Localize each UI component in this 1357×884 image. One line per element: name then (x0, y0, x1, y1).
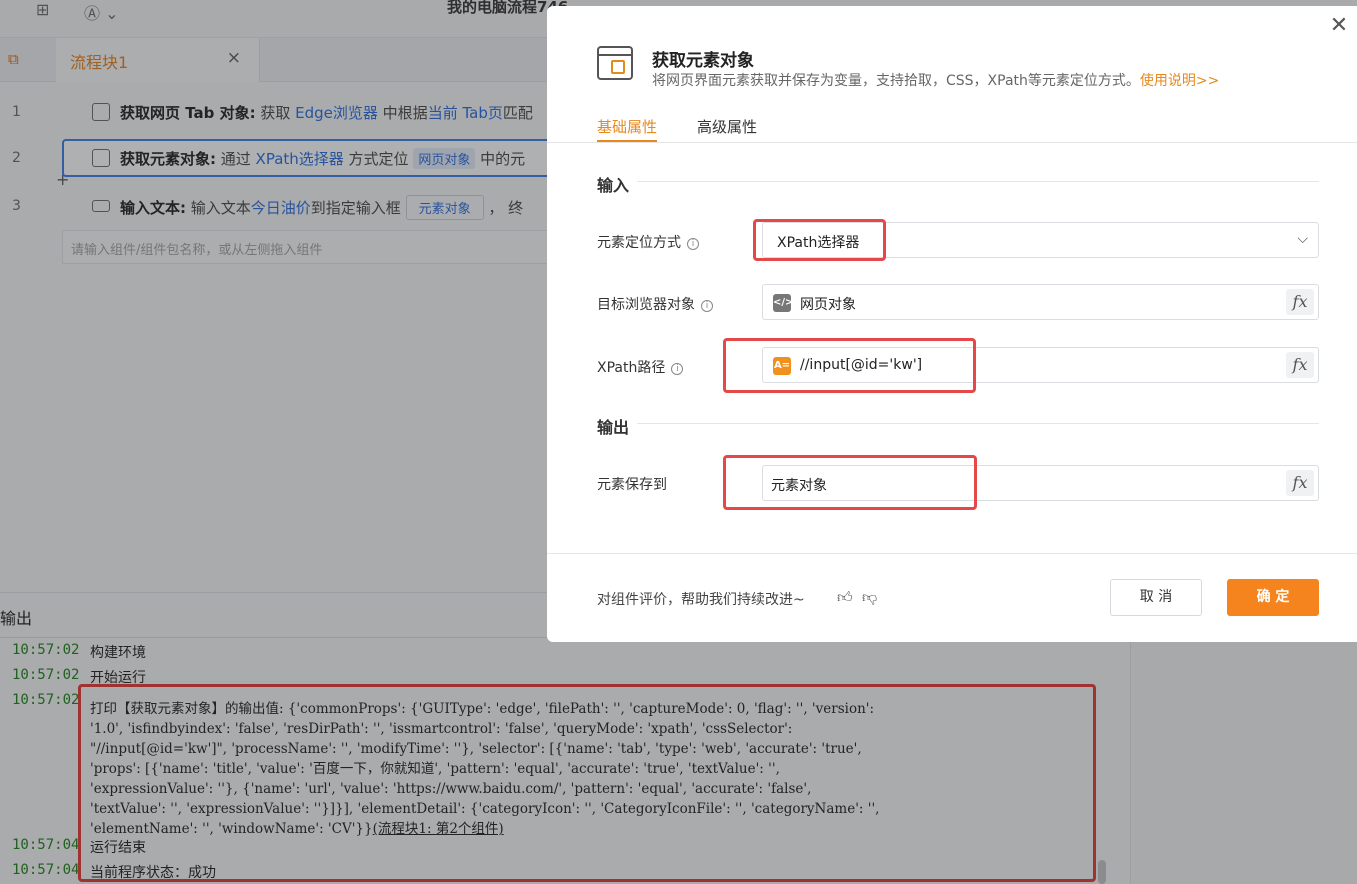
tab-basic[interactable]: 基础属性 (597, 116, 657, 137)
save-to-field[interactable]: 元素对象 fx (762, 465, 1319, 501)
locate-method-select[interactable]: XPath选择器 ⌵ (762, 222, 1319, 258)
close-icon[interactable]: ✕ (1327, 14, 1351, 38)
dialog-title: 获取元素对象 (652, 51, 754, 71)
browser-object-field[interactable]: </> 网页对象 fx (762, 284, 1319, 320)
fx-button[interactable]: fx (1286, 352, 1314, 378)
fx-button[interactable]: fx (1286, 470, 1314, 496)
info-icon[interactable]: i (671, 363, 684, 375)
dialog-description: 将网页界面元素获取并保存为变量，支持拾取，CSS，XPath等元素定位方式。使用… (652, 73, 1220, 89)
input-section-title: 输入 (597, 176, 630, 195)
tab-advanced[interactable]: 高级属性 (697, 116, 757, 137)
thumbs-down-icon[interactable]: 👎︎ (862, 588, 880, 606)
fx-button[interactable]: fx (1286, 289, 1314, 315)
text-variable-icon: A= (773, 357, 791, 375)
element-object-icon (597, 46, 633, 80)
xpath-input[interactable]: A= //input[@id='kw'] fx (762, 347, 1319, 383)
output-section-title: 输出 (597, 418, 630, 437)
confirm-button[interactable]: 确 定 (1227, 579, 1319, 616)
web-object-icon: </> (773, 294, 793, 312)
help-link[interactable]: 使用说明>> (1140, 73, 1219, 89)
cancel-button[interactable]: 取 消 (1110, 579, 1202, 616)
xpath-label: XPath路径 i (597, 357, 684, 377)
browser-label: 目标浏览器对象 i (597, 294, 713, 314)
save-label: 元素保存到 (597, 477, 667, 493)
locate-label: 元素定位方式 i (597, 232, 699, 252)
chevron-down-icon: ⌵ (1297, 231, 1308, 247)
get-element-dialog: ✕ 获取元素对象 将网页界面元素获取并保存为变量，支持拾取，CSS，XPath等… (547, 6, 1357, 642)
info-icon[interactable]: i (687, 238, 699, 250)
info-icon[interactable]: i (701, 300, 713, 312)
feedback-text: 对组件评价，帮助我们持续改进~ (597, 592, 805, 608)
thumbs-up-icon[interactable]: 👍︎ (837, 588, 855, 606)
